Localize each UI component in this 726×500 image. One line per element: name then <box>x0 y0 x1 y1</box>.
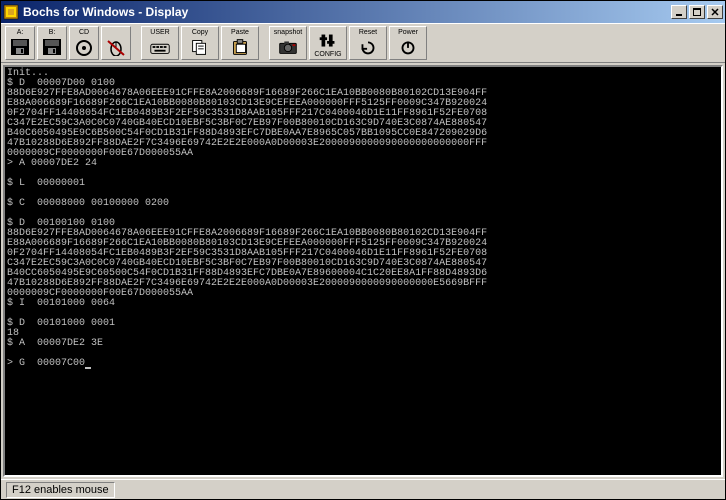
user-button[interactable]: USER <box>141 26 179 60</box>
reset-icon <box>356 37 380 57</box>
floppy-b-button[interactable]: B: <box>37 26 67 60</box>
console-line: $ C 00008000 00100000 0200 <box>7 199 719 209</box>
toolbar-button-label: snapshot <box>274 28 302 37</box>
copy-button[interactable]: Copy <box>181 26 219 60</box>
mouse-button[interactable] <box>101 26 131 60</box>
copy-icon <box>188 37 212 57</box>
config-button[interactable]: CONFIG <box>309 26 347 60</box>
maximize-button[interactable] <box>689 5 705 19</box>
toolbar-button-label: Reset <box>359 28 377 37</box>
titlebar-buttons <box>671 5 723 19</box>
application-window: Bochs for Windows - Display A: B: CD USER Co… <box>0 0 726 500</box>
toolbar-button-label: Power <box>398 28 418 37</box>
minimize-button[interactable] <box>671 5 687 19</box>
toolbar: A: B: CD USER Copy Paste snapshot CONFIG Reset Po… <box>1 23 725 63</box>
titlebar[interactable]: Bochs for Windows - Display <box>1 1 725 23</box>
console-line <box>7 349 719 359</box>
console-line: $ D 00101000 0001 <box>7 319 719 329</box>
app-icon <box>3 4 19 20</box>
cdrom-button[interactable]: CD <box>69 26 99 60</box>
statusbar: F12 enables mouse <box>1 479 725 499</box>
console-line: 18 <box>7 329 719 339</box>
toolbar-button-label: A: <box>17 28 24 37</box>
console-line: $ A 00007DE2 3E <box>7 339 719 349</box>
floppy-a-button[interactable]: A: <box>5 26 35 60</box>
power-icon <box>396 37 420 57</box>
snapshot-button[interactable]: snapshot <box>269 26 307 60</box>
paste-icon <box>228 37 252 57</box>
snapshot-icon <box>276 37 300 57</box>
user-icon <box>148 37 172 57</box>
floppy-b-icon <box>40 37 64 57</box>
window-title: Bochs for Windows - Display <box>23 5 671 19</box>
toolbar-button-label: USER <box>150 28 169 37</box>
toolbar-button-label: B: <box>49 28 56 37</box>
toolbar-button-label: Copy <box>192 28 208 37</box>
console-line: > G 00007C00 <box>7 359 719 369</box>
cursor <box>85 360 91 369</box>
toolbar-button-label: CD <box>79 28 89 37</box>
console-line: 0000009CF0000000F00E67D000055AA <box>7 149 719 159</box>
console-line <box>7 169 719 179</box>
status-text: F12 enables mouse <box>6 482 115 498</box>
console-line: $ L 00000001 <box>7 179 719 189</box>
config-icon <box>316 32 340 50</box>
console-line: $ I 00101000 0064 <box>7 299 719 309</box>
console-output[interactable]: Init...$ D 00007D00 010088D6E927FFE8AD00… <box>3 65 723 477</box>
close-button[interactable] <box>707 5 723 19</box>
console-line: > A 00007DE2 24 <box>7 159 719 169</box>
cdrom-icon <box>72 37 96 57</box>
paste-button[interactable]: Paste <box>221 26 259 60</box>
reset-button[interactable]: Reset <box>349 26 387 60</box>
toolbar-button-sublabel: CONFIG <box>314 50 341 59</box>
floppy-a-icon <box>8 37 32 57</box>
toolbar-button-label: Paste <box>231 28 249 37</box>
power-button[interactable]: Power <box>389 26 427 60</box>
mouse-icon <box>104 37 128 57</box>
